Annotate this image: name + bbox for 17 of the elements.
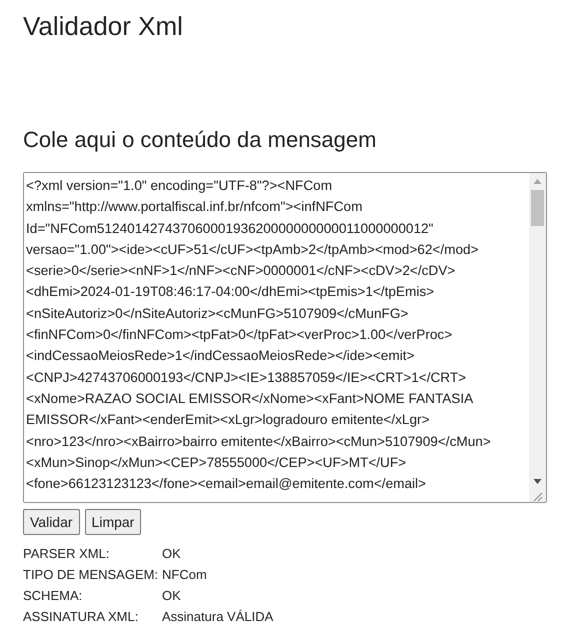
result-value: NFCom (162, 566, 208, 584)
section-heading: Cole aqui o conteúdo da mensagem (23, 126, 378, 154)
message-field[interactable]: <?xml version="1.0" encoding="UTF-8"?><NFCom xmlns="http://www.portalfiscal.inf.br/nfcom"><infNFCom Id="NFCom51240142743706000193620000000000011000000012" versao="1.00"><ide><cUF>51</cUF><tpAmb>2</tpAmb><mod>62</mod> <serie>0</serie><nNF>1</nNF><cNF>0000001</cNF><cDV>2</cDV> <dhEmi>2024-01-19T08:46:17-04:00</dhEmi><tpEmis>1</tpEmis> <nSiteAutoriz>0</nSiteAutoriz><cMunFG>5107909</cMunFG> <finNFCom>0</finNFCom><tpFat>0</tpFat><verProc>1.00</verProc> <indCessaoMeiosRede>1</indCessaoMeiosRede></ide><emit> <CNPJ>42743706000193</CNPJ><IE>138857059</IE><CRT>1</CRT> <xNome>RAZAO SOCIAL EMISSOR</xNome><xFant>NOME FANTASIA EMISSOR</xFant><enderEmit><xLgr>logradouro emitente</xLgr> <nro>123</nro><xBairro>bairro emitente</xBairro><cMun>5107909</cMun> <xMun>Sinop</xMun><CEP>78555000</CEP><UF>MT</UF> <fone>66123123123</fone><email>email@emitente.com</email> (23, 172, 547, 503)
result-value: OK (162, 587, 182, 605)
result-value: Assinatura VÁLIDA (162, 608, 274, 626)
result-label: ASSINATURA XML: (23, 608, 140, 626)
result-label: TIPO DE MENSAGEM: (23, 566, 160, 584)
form-button[interactable]: Validar (23, 509, 80, 535)
scrollbar-thumb[interactable] (531, 190, 544, 226)
resize-grip-icon[interactable] (532, 492, 542, 502)
form-button[interactable]: Limpar (84, 509, 142, 535)
scroll-up-icon[interactable] (533, 177, 542, 186)
result-label: PARSER XML: (23, 545, 110, 563)
result-value: OK (162, 545, 182, 563)
result-label: SCHEMA: (23, 587, 84, 605)
page-title: Validador Xml (23, 10, 184, 42)
scroll-down-icon[interactable] (533, 477, 542, 486)
